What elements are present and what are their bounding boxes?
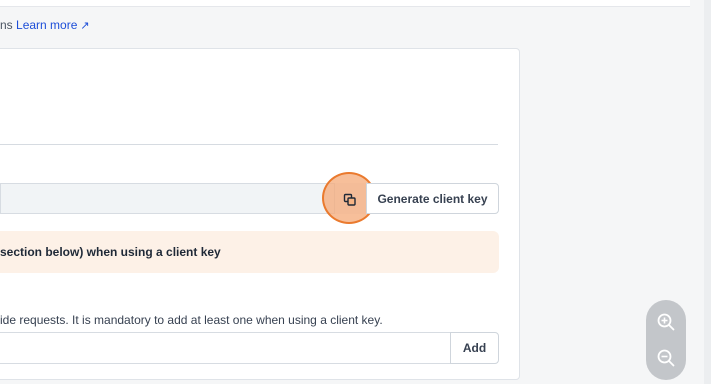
client-key-field[interactable] [0,183,366,214]
domains-help-text: ide requests. It is mandatory to add at … [0,313,383,327]
truncated-description: ns [0,18,13,32]
client-key-card [0,48,520,380]
zoom-controls [646,300,686,380]
zoom-out-icon [657,349,675,367]
section-divider [0,144,498,145]
zoom-in-icon [657,313,675,331]
window-edge [704,0,711,384]
external-link-icon: ↗ [80,20,90,32]
zoom-in-button[interactable] [646,302,686,342]
domain-input[interactable] [0,332,451,364]
zoom-out-button[interactable] [646,338,686,378]
top-bar [0,0,690,7]
generate-client-key-button[interactable]: Generate client key [366,183,499,214]
copy-icon[interactable] [343,193,357,207]
warning-text: section below) when using a client key [0,245,221,259]
learn-more-link[interactable]: Learn more [16,18,77,32]
learn-more-row: ns Learn more ↗ [0,18,90,34]
add-domain-button[interactable]: Add [450,332,499,364]
client-key-warning: section below) when using a client key [0,231,499,273]
